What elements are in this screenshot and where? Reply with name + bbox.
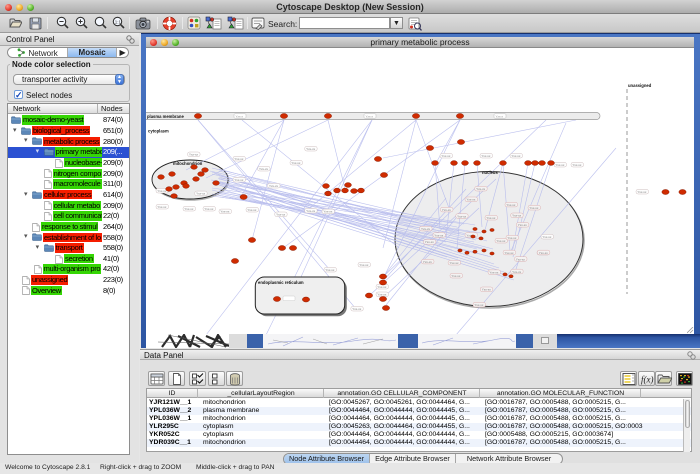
svg-text:cytoplasm: cytoplasm [148, 129, 169, 134]
svg-text:Yxx-xx: Yxx-xx [352, 307, 362, 311]
svg-text:endoplasmic reticulum: endoplasmic reticulum [258, 280, 304, 285]
svg-text:Yxx-xx: Yxx-xx [518, 223, 528, 227]
svg-text:Yxx-xx: Yxx-xx [507, 236, 517, 240]
svg-text:Yxx-xx: Yxx-xx [269, 184, 279, 188]
svg-text:Yxx-xx: Yxx-xx [529, 206, 539, 210]
svg-text:Yxx-xx: Yxx-xx [189, 153, 199, 157]
svg-text:Yxx-xx: Yxx-xx [512, 214, 522, 218]
svg-text:Yxx-xx: Yxx-xx [442, 208, 452, 212]
svg-text:Yxx-x: Yxx-x [366, 114, 374, 118]
svg-text:Yxx-xx: Yxx-xx [157, 189, 167, 193]
svg-text:plasma membrane: plasma membrane [147, 114, 184, 119]
svg-text:Yxx-xx: Yxx-xx [359, 263, 369, 267]
svg-text:Yxx-xx: Yxx-xx [476, 187, 486, 191]
svg-text:Yxx-xx: Yxx-xx [425, 240, 435, 244]
svg-text:Yxx-xx: Yxx-xx [306, 209, 316, 213]
svg-text:Yxx-xx: Yxx-xx [511, 154, 521, 158]
svg-text:Yxx-xx: Yxx-xx [572, 163, 582, 167]
svg-text:Yxx-xx: Yxx-xx [474, 303, 484, 307]
svg-text:Yxx-xx: Yxx-xx [516, 257, 526, 261]
svg-text:Yxx-xx: Yxx-xx [450, 261, 460, 265]
svg-text:1:1: 1:1 [115, 19, 122, 24]
svg-text:Yxx-xx: Yxx-xx [451, 274, 461, 278]
svg-text:Yxx-x: Yxx-x [496, 114, 504, 118]
svg-text:Yxx-xx: Yxx-xx [247, 208, 257, 212]
svg-text:Yxx-xx: Yxx-xx [481, 154, 491, 158]
svg-text:Yxx-xx: Yxx-xx [204, 207, 214, 211]
svg-text:Yxx-xx: Yxx-xx [466, 198, 476, 202]
svg-text:Yxx-xx: Yxx-xx [196, 192, 206, 196]
svg-text:Yxx-xx: Yxx-xx [291, 161, 301, 165]
svg-text:Yxx-xx: Yxx-xx [325, 268, 335, 272]
svg-text:Yxx-xx: Yxx-xx [259, 167, 269, 171]
svg-text:Yxx-xx: Yxx-xx [306, 147, 316, 151]
svg-text:Yxx-xx: Yxx-xx [377, 293, 387, 297]
svg-text:Yxx-xx: Yxx-xx [457, 214, 467, 218]
svg-text:Yxx-xx: Yxx-xx [184, 207, 194, 211]
svg-text:Yxx-xx: Yxx-xx [220, 210, 230, 214]
svg-text:mitochondrion: mitochondrion [173, 161, 203, 166]
svg-text:nucleus: nucleus [482, 170, 498, 175]
svg-text:f(x): f(x) [641, 375, 654, 385]
svg-text:Yxx-x: Yxx-x [236, 114, 244, 118]
svg-text:Yxx-xx: Yxx-xx [512, 270, 522, 274]
svg-text:Yxx-xx: Yxx-xx [486, 216, 496, 220]
svg-text:Yxx-xx: Yxx-xx [234, 178, 244, 182]
svg-text:Yxx-xx: Yxx-xx [555, 163, 565, 167]
svg-text:Yxx-xx: Yxx-xx [276, 213, 286, 217]
svg-text:unassigned: unassigned [628, 83, 652, 88]
svg-text:Yxx-xx: Yxx-xx [157, 205, 167, 209]
svg-text:Yxx-xx: Yxx-xx [505, 251, 515, 255]
svg-text:Yxx-xx: Yxx-xx [637, 190, 647, 194]
svg-text:Yxx-xx: Yxx-xx [542, 235, 552, 239]
svg-text:Yxx-xx: Yxx-xx [496, 239, 506, 243]
svg-text:Yxx-xx: Yxx-xx [323, 210, 333, 214]
svg-text:Yxx-xx: Yxx-xx [506, 203, 516, 207]
svg-text:Yxx-xx: Yxx-xx [441, 154, 451, 158]
svg-text:Yxx-xx: Yxx-xx [423, 260, 433, 264]
svg-text:Yxx-xx: Yxx-xx [377, 285, 387, 289]
svg-text:Yxx-xx: Yxx-xx [421, 227, 431, 231]
svg-text:Yxx-xx: Yxx-xx [434, 233, 444, 237]
svg-text:Yxx-xx: Yxx-xx [489, 271, 499, 275]
svg-text:Yxx-xx: Yxx-xx [539, 251, 549, 255]
svg-text:Yxx-xx: Yxx-xx [234, 157, 244, 161]
svg-text:Yxx-xx: Yxx-xx [482, 288, 492, 292]
